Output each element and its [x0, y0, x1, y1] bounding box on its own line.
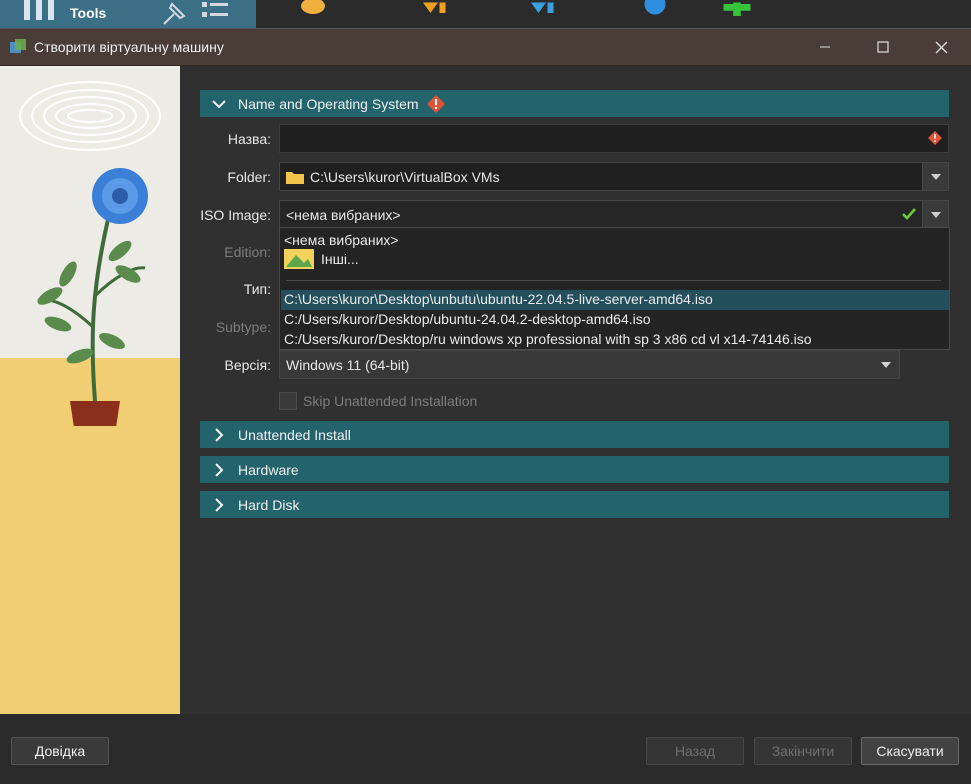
tools-panel[interactable]: Tools	[0, 0, 256, 30]
tools-icon	[24, 0, 54, 20]
subtype-label: Subtype:	[215, 319, 271, 335]
skip-unattended-checkbox[interactable]	[279, 392, 297, 410]
section-hardware[interactable]: Hardware	[200, 456, 949, 483]
chevron-down-icon	[930, 173, 941, 180]
close-button[interactable]	[918, 29, 964, 65]
chevron-right-icon	[206, 421, 232, 448]
folder-icon	[286, 171, 304, 184]
iso-option-3[interactable]: C:/Users/kuror/Desktop/ru windows xp pro…	[284, 331, 812, 347]
skip-unattended-label: Skip Unattended Installation	[303, 393, 478, 409]
iso-option-none[interactable]: <нема вибраних>	[284, 232, 399, 248]
discard-icon[interactable]	[420, 0, 450, 20]
start-icon[interactable]	[528, 0, 558, 20]
section-hard-disk[interactable]: Hard Disk	[200, 491, 949, 518]
close-icon	[935, 41, 947, 53]
dialog-footer: Довідка Назад Закінчити Скасувати	[0, 714, 971, 784]
image-icon	[284, 249, 314, 269]
iso-value: <нема вибраних>	[286, 206, 401, 223]
chevron-right-icon	[206, 456, 232, 483]
finish-button[interactable]: Закінчити	[754, 737, 852, 765]
chevron-down-icon	[930, 211, 941, 218]
pin-icon[interactable]	[160, 0, 190, 26]
section-hard-disk-label: Hard Disk	[238, 496, 300, 513]
check-icon	[902, 208, 916, 220]
section-name-os[interactable]: Name and Operating System	[200, 90, 949, 117]
cancel-button[interactable]: Скасувати	[861, 737, 959, 765]
iso-option-1[interactable]: C:\Users\kuror\Desktop\unbutu\ubuntu-22.…	[284, 291, 713, 307]
folder-dropdown-button[interactable]	[922, 163, 948, 190]
plant-illustration	[37, 168, 148, 426]
settings-icon[interactable]	[298, 0, 328, 20]
chevron-down-icon	[206, 90, 232, 117]
section-hardware-label: Hardware	[238, 461, 299, 478]
iso-dropdown-list: <нема вибраних> Інші... C:\Users\kuror\D…	[279, 227, 950, 350]
name-input[interactable]	[279, 124, 949, 153]
maximize-icon	[877, 41, 889, 53]
tools-label: Tools	[70, 5, 107, 21]
warning-icon	[426, 94, 445, 113]
folder-value: C:\Users\kuror\VirtualBox VMs	[310, 168, 500, 185]
version-label: Версія:	[224, 357, 272, 373]
back-button[interactable]: Назад	[646, 737, 744, 765]
background-toolbar: Tools	[0, 0, 971, 30]
section-unattended[interactable]: Unattended Install	[200, 421, 949, 448]
iso-label: ISO Image:	[200, 207, 271, 223]
help-button[interactable]: Довідка	[11, 737, 109, 765]
warning-icon	[928, 131, 942, 145]
iso-combo[interactable]: <нема вибраних>	[279, 200, 949, 229]
iso-dropdown-button[interactable]	[922, 201, 948, 228]
folder-combo[interactable]: C:\Users\kuror\VirtualBox VMs	[279, 162, 949, 191]
title-bar[interactable]: Створити віртуальну машину	[0, 29, 971, 65]
virtualbox-icon	[10, 39, 26, 53]
maximize-button[interactable]	[860, 29, 906, 65]
name-label: Назва:	[227, 131, 271, 147]
version-value: Windows 11 (64-bit)	[286, 356, 410, 373]
chevron-right-icon	[206, 491, 232, 518]
list-icon[interactable]	[200, 0, 232, 26]
minimize-icon	[820, 46, 830, 48]
side-illustration	[0, 66, 180, 714]
iso-option-2[interactable]: C:/Users/kuror/Desktop/ubuntu-24.04.2-de…	[284, 311, 651, 327]
section-name-os-label: Name and Operating System	[238, 95, 419, 112]
popup-separator	[286, 280, 941, 281]
create-vm-dialog: Створити віртуальну машину Name and Oper…	[0, 28, 971, 784]
iso-option-other[interactable]: Інші...	[321, 251, 359, 267]
import-icon[interactable]	[640, 0, 670, 20]
version-combo[interactable]: Windows 11 (64-bit)	[279, 350, 900, 379]
type-label: Тип:	[243, 281, 271, 297]
folder-label: Folder:	[227, 169, 271, 185]
add-icon[interactable]	[722, 0, 752, 20]
chevron-down-icon	[881, 362, 891, 368]
minimize-button[interactable]	[802, 29, 848, 65]
edition-label: Edition:	[224, 244, 271, 260]
section-unattended-label: Unattended Install	[238, 426, 351, 443]
window-title: Створити віртуальну машину	[34, 39, 224, 55]
